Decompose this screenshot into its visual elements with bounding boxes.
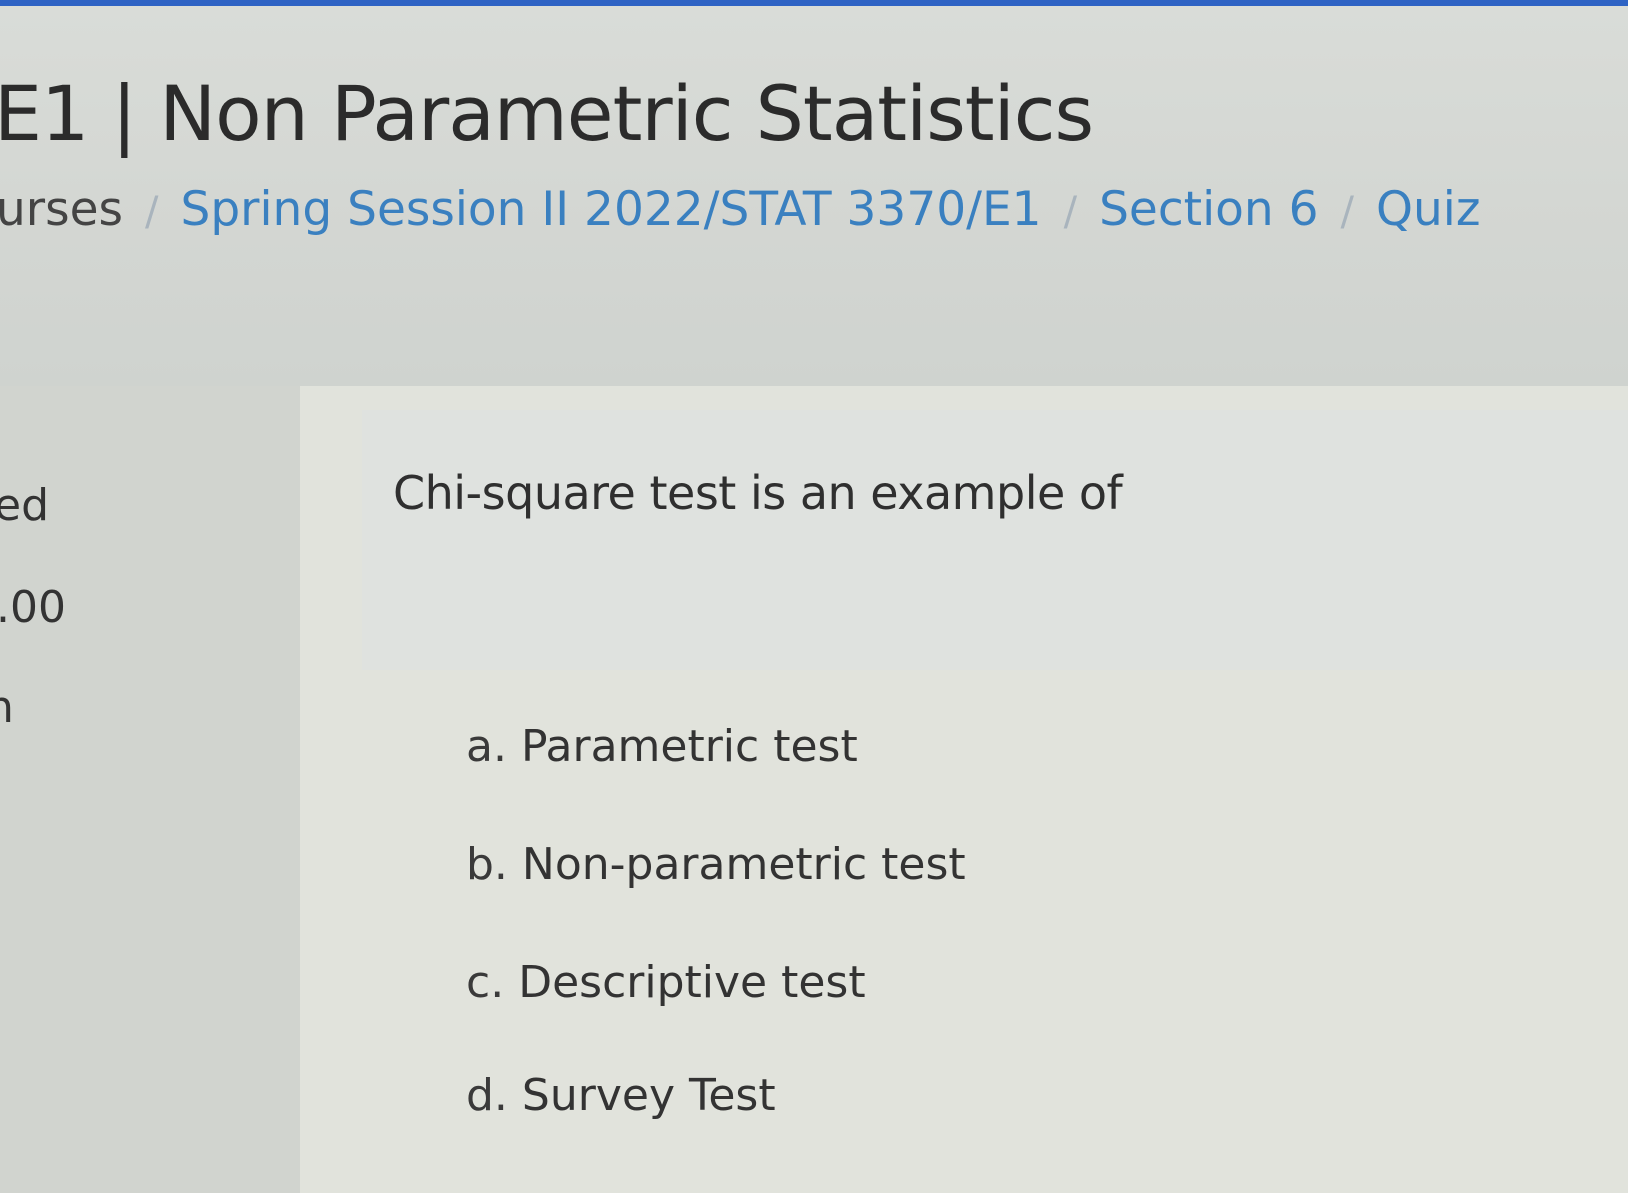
answer-label: Non-parametric test bbox=[521, 839, 966, 890]
answer-label: Parametric test bbox=[520, 721, 858, 772]
answer-letter: b. bbox=[466, 839, 508, 890]
page-title: E1 | Non Parametric Statistics bbox=[0, 69, 1094, 158]
answer-label: Descriptive test bbox=[518, 957, 866, 1008]
answer-letter: a. bbox=[466, 721, 507, 772]
answer-option-d[interactable]: d. Survey Test bbox=[466, 1074, 776, 1118]
question-text-box bbox=[362, 410, 1628, 670]
question-text: Chi-square test is an example of bbox=[393, 466, 1123, 520]
answer-letter: d. bbox=[466, 1070, 508, 1121]
breadcrumb-item-course[interactable]: Spring Session II 2022/STAT 3370/E1 bbox=[181, 186, 1042, 233]
flag-question-partial[interactable]: n bbox=[0, 686, 14, 730]
breadcrumb-item-quiz[interactable]: Quiz bbox=[1376, 186, 1481, 233]
question-info-sidebar: ed .00 n bbox=[0, 386, 300, 1193]
breadcrumb-separator: / bbox=[1340, 189, 1355, 235]
page-header: E1 | Non Parametric Statistics urses / S… bbox=[0, 6, 1628, 386]
breadcrumb-item-section[interactable]: Section 6 bbox=[1099, 186, 1318, 233]
answer-option-b[interactable]: b. Non-parametric test bbox=[466, 843, 966, 887]
answer-option-c[interactable]: c. Descriptive test bbox=[466, 961, 866, 1005]
answer-letter: c. bbox=[466, 957, 505, 1008]
answer-option-a[interactable]: a. Parametric test bbox=[466, 725, 858, 769]
breadcrumb: urses / Spring Session II 2022/STAT 3370… bbox=[0, 186, 1481, 233]
question-mark-partial: .00 bbox=[0, 582, 66, 633]
breadcrumb-separator: / bbox=[145, 189, 159, 235]
question-status-partial: ed bbox=[0, 480, 49, 531]
answer-label: Survey Test bbox=[521, 1070, 776, 1121]
breadcrumb-item-courses[interactable]: urses bbox=[0, 186, 123, 233]
breadcrumb-separator: / bbox=[1063, 189, 1078, 235]
